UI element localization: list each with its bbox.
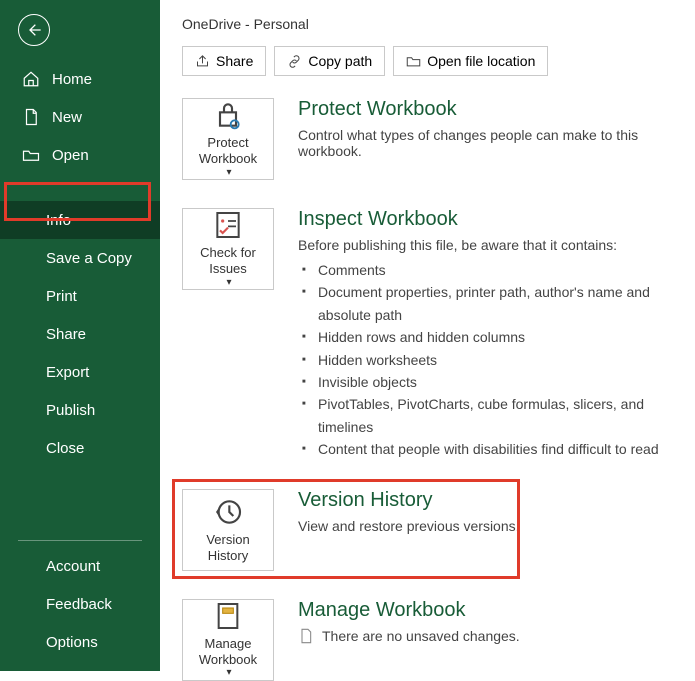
manage-title: Manage Workbook [298, 599, 673, 622]
nav-close-label: Close [46, 440, 84, 457]
nav-account[interactable]: Account [0, 547, 160, 585]
back-button[interactable] [18, 14, 50, 46]
nav-publish-label: Publish [46, 402, 95, 419]
inspect-body: Inspect Workbook Before publishing this … [298, 208, 673, 461]
inspect-item: Content that people with disabilities fi… [298, 438, 673, 460]
nav-feedback[interactable]: Feedback [0, 585, 160, 623]
nav-export-label: Export [46, 364, 89, 381]
share-icon [195, 54, 210, 69]
chevron-down-icon: ▾ [226, 667, 231, 679]
nav-saveacopy-label: Save a Copy [46, 250, 132, 267]
nav-feedback-label: Feedback [46, 596, 112, 613]
manage-desc: There are no unsaved changes. [322, 628, 520, 644]
manage-body: Manage Workbook There are no unsaved cha… [298, 599, 673, 644]
folder-icon [406, 54, 421, 69]
nav-print-label: Print [46, 288, 77, 305]
version-history-section: Version History Version History View and… [182, 489, 673, 571]
inspect-item: Document properties, printer path, autho… [298, 281, 673, 326]
main-panel: OneDrive - Personal Share Copy path Open… [160, 0, 695, 671]
nav-info[interactable]: Info [0, 201, 160, 239]
protect-workbook-tile[interactable]: Protect Workbook▾ [182, 98, 274, 180]
protect-desc: Control what types of changes people can… [298, 127, 673, 159]
nav-info-label: Info [46, 212, 71, 229]
inspect-item: Invisible objects [298, 371, 673, 393]
version-body: Version History View and restore previou… [298, 489, 673, 534]
copy-path-button[interactable]: Copy path [274, 46, 385, 76]
version-history-tile[interactable]: Version History [182, 489, 274, 571]
protect-body: Protect Workbook Control what types of c… [298, 98, 673, 159]
inspect-item: PivotTables, PivotCharts, cube formulas,… [298, 393, 673, 438]
chevron-down-icon: ▾ [226, 167, 231, 179]
backstage-sidebar: Home New Open Info Save a Copy Print Sha… [0, 0, 160, 671]
check-issues-tile[interactable]: Check for Issues▾ [182, 208, 274, 290]
nav-open-label: Open [52, 147, 89, 164]
document-icon [298, 628, 314, 644]
nav-new-label: New [52, 109, 82, 126]
share-button-label: Share [216, 53, 253, 69]
version-desc: View and restore previous versions. [298, 518, 673, 534]
nav-divider-bottom [18, 540, 142, 541]
inspect-item: Comments [298, 259, 673, 281]
inspect-item: Hidden worksheets [298, 349, 673, 371]
copy-path-label: Copy path [308, 53, 372, 69]
new-doc-icon [22, 108, 40, 126]
info-toolbar: Share Copy path Open file location [182, 46, 673, 76]
folder-open-icon [22, 146, 40, 164]
nav-secondary: Info Save a Copy Print Share Export Publ… [0, 201, 160, 467]
manage-workbook-label: Manage Workbook [187, 636, 269, 667]
nav-open[interactable]: Open [0, 136, 160, 174]
share-button[interactable]: Share [182, 46, 266, 76]
nav-share-label: Share [46, 326, 86, 343]
nav-account-label: Account [46, 558, 100, 575]
nav-home[interactable]: Home [0, 60, 160, 98]
link-icon [287, 54, 302, 69]
nav-bottom: Account Feedback Options [0, 530, 160, 661]
nav-home-label: Home [52, 71, 92, 88]
nav-new[interactable]: New [0, 98, 160, 136]
inspect-title: Inspect Workbook [298, 208, 673, 231]
open-file-location-button[interactable]: Open file location [393, 46, 548, 76]
breadcrumb: OneDrive - Personal [182, 16, 673, 32]
inspect-item: Hidden rows and hidden columns [298, 326, 673, 348]
nav-options[interactable]: Options [0, 623, 160, 661]
nav-publish[interactable]: Publish [0, 391, 160, 429]
history-icon [212, 496, 244, 528]
protect-title: Protect Workbook [298, 98, 673, 121]
chevron-down-icon: ▾ [226, 277, 231, 289]
nav-primary: Home New Open [0, 60, 160, 174]
version-history-label: Version History [187, 532, 269, 563]
nav-share[interactable]: Share [0, 315, 160, 353]
workbook-icon [212, 600, 244, 632]
arrow-left-icon [26, 22, 42, 38]
protect-section: Protect Workbook▾ Protect Workbook Contr… [182, 98, 673, 180]
inspect-section: Check for Issues▾ Inspect Workbook Befor… [182, 208, 673, 461]
nav-print[interactable]: Print [0, 277, 160, 315]
check-issues-label: Check for Issues [187, 245, 269, 276]
lock-icon [212, 99, 244, 131]
nav-saveacopy[interactable]: Save a Copy [0, 239, 160, 277]
protect-tile-label: Protect Workbook [187, 135, 269, 166]
nav-export[interactable]: Export [0, 353, 160, 391]
nav-options-label: Options [46, 634, 98, 651]
checklist-icon [212, 209, 244, 241]
version-title: Version History [298, 489, 673, 512]
home-icon [22, 70, 40, 88]
nav-divider [18, 184, 142, 185]
open-file-location-label: Open file location [427, 53, 535, 69]
inspect-lead: Before publishing this file, be aware th… [298, 237, 673, 253]
manage-section: Manage Workbook▾ Manage Workbook There a… [182, 599, 673, 681]
inspect-list: Comments Document properties, printer pa… [298, 259, 673, 461]
nav-close[interactable]: Close [0, 429, 160, 467]
manage-workbook-tile[interactable]: Manage Workbook▾ [182, 599, 274, 681]
